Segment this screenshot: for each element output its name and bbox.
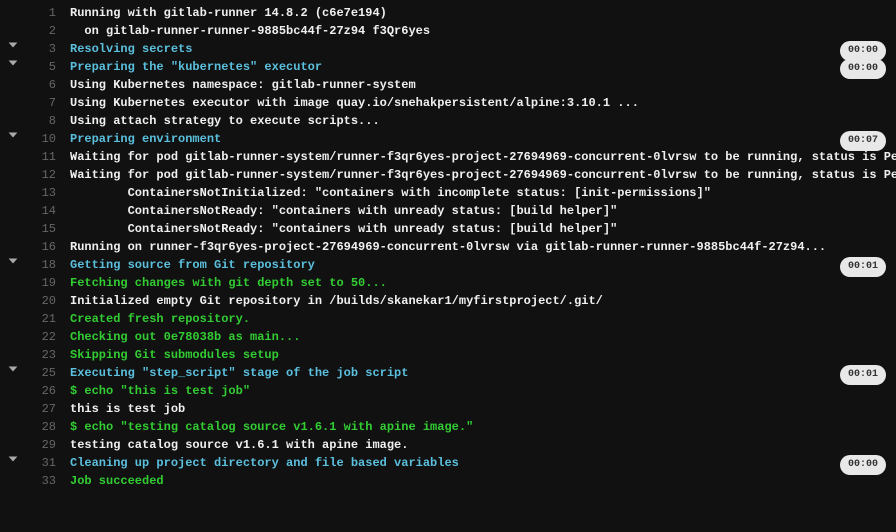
log-line: 25Executing "step_script" stage of the j… bbox=[0, 364, 896, 382]
log-line: 21Created fresh repository. bbox=[0, 310, 896, 328]
log-text: Job succeeded bbox=[56, 472, 164, 490]
line-number[interactable]: 1 bbox=[26, 4, 56, 22]
log-line: 26$ echo "this is test job" bbox=[0, 382, 896, 400]
log-text: Running with gitlab-runner 14.8.2 (c6e7e… bbox=[56, 4, 387, 22]
job-log: 1Running with gitlab-runner 14.8.2 (c6e7… bbox=[0, 4, 896, 490]
log-line: 27this is test job bbox=[0, 400, 896, 418]
log-line: 7Using Kubernetes executor with image qu… bbox=[0, 94, 896, 112]
log-text: $ echo "this is test job" bbox=[56, 382, 250, 400]
log-line: 14 ContainersNotReady: "containers with … bbox=[0, 202, 896, 220]
log-line: 31Cleaning up project directory and file… bbox=[0, 454, 896, 472]
log-line: 8Using attach strategy to execute script… bbox=[0, 112, 896, 130]
log-text: Skipping Git submodules setup bbox=[56, 346, 279, 364]
log-text: testing catalog source v1.6.1 with apine… bbox=[56, 436, 408, 454]
line-number[interactable]: 3 bbox=[26, 40, 56, 58]
log-text: Getting source from Git repository bbox=[56, 256, 315, 274]
line-number[interactable]: 8 bbox=[26, 112, 56, 130]
log-line: 16Running on runner-f3qr6yes-project-276… bbox=[0, 238, 896, 256]
log-text: ContainersNotInitialized: "containers wi… bbox=[56, 184, 711, 202]
log-line: 6Using Kubernetes namespace: gitlab-runn… bbox=[0, 76, 896, 94]
chevron-down-icon[interactable] bbox=[0, 130, 26, 140]
chevron-down-icon[interactable] bbox=[0, 364, 26, 374]
log-text: ContainersNotReady: "containers with unr… bbox=[56, 202, 617, 220]
line-number[interactable]: 23 bbox=[26, 346, 56, 364]
log-text: Preparing environment bbox=[56, 130, 221, 148]
log-line: 22Checking out 0e78038b as main... bbox=[0, 328, 896, 346]
log-text: Waiting for pod gitlab-runner-system/run… bbox=[56, 166, 896, 184]
log-text: Waiting for pod gitlab-runner-system/run… bbox=[56, 148, 896, 166]
line-number[interactable]: 19 bbox=[26, 274, 56, 292]
log-line: 20Initialized empty Git repository in /b… bbox=[0, 292, 896, 310]
log-line: 12Waiting for pod gitlab-runner-system/r… bbox=[0, 166, 896, 184]
log-line: 18Getting source from Git repository00:0… bbox=[0, 256, 896, 274]
line-number[interactable]: 7 bbox=[26, 94, 56, 112]
log-line: 5Preparing the "kubernetes" executor00:0… bbox=[0, 58, 896, 76]
log-text: $ echo "testing catalog source v1.6.1 wi… bbox=[56, 418, 473, 436]
log-line: 2 on gitlab-runner-runner-9885bc44f-27z9… bbox=[0, 22, 896, 40]
log-text: Resolving secrets bbox=[56, 40, 192, 58]
log-line: 10Preparing environment00:07 bbox=[0, 130, 896, 148]
line-number[interactable]: 16 bbox=[26, 238, 56, 256]
log-line: 3Resolving secrets00:00 bbox=[0, 40, 896, 58]
line-number[interactable]: 28 bbox=[26, 418, 56, 436]
log-text: Initialized empty Git repository in /bui… bbox=[56, 292, 603, 310]
line-number[interactable]: 12 bbox=[26, 166, 56, 184]
chevron-down-icon[interactable] bbox=[0, 40, 26, 50]
log-text: Using Kubernetes executor with image qua… bbox=[56, 94, 639, 112]
line-number[interactable]: 13 bbox=[26, 184, 56, 202]
line-number[interactable]: 11 bbox=[26, 148, 56, 166]
line-number[interactable]: 20 bbox=[26, 292, 56, 310]
line-number[interactable]: 22 bbox=[26, 328, 56, 346]
line-number[interactable]: 21 bbox=[26, 310, 56, 328]
log-text: Using Kubernetes namespace: gitlab-runne… bbox=[56, 76, 416, 94]
log-line: 1Running with gitlab-runner 14.8.2 (c6e7… bbox=[0, 4, 896, 22]
log-text: Cleaning up project directory and file b… bbox=[56, 454, 459, 472]
log-text: ContainersNotReady: "containers with unr… bbox=[56, 220, 617, 238]
line-number[interactable]: 6 bbox=[26, 76, 56, 94]
line-number[interactable]: 14 bbox=[26, 202, 56, 220]
log-text: Preparing the "kubernetes" executor bbox=[56, 58, 322, 76]
log-text: Checking out 0e78038b as main... bbox=[56, 328, 300, 346]
log-line: 29testing catalog source v1.6.1 with api… bbox=[0, 436, 896, 454]
log-text: Using attach strategy to execute scripts… bbox=[56, 112, 380, 130]
log-text: this is test job bbox=[56, 400, 185, 418]
line-number[interactable]: 10 bbox=[26, 130, 56, 148]
line-number[interactable]: 15 bbox=[26, 220, 56, 238]
line-number[interactable]: 18 bbox=[26, 256, 56, 274]
log-text: Executing "step_script" stage of the job… bbox=[56, 364, 408, 382]
line-number[interactable]: 2 bbox=[26, 22, 56, 40]
line-number[interactable]: 33 bbox=[26, 472, 56, 490]
line-number[interactable]: 26 bbox=[26, 382, 56, 400]
log-line: 23Skipping Git submodules setup bbox=[0, 346, 896, 364]
log-text: on gitlab-runner-runner-9885bc44f-27z94 … bbox=[56, 22, 430, 40]
line-number[interactable]: 31 bbox=[26, 454, 56, 472]
log-line: 19Fetching changes with git depth set to… bbox=[0, 274, 896, 292]
log-text: Created fresh repository. bbox=[56, 310, 250, 328]
chevron-down-icon[interactable] bbox=[0, 454, 26, 464]
chevron-down-icon[interactable] bbox=[0, 256, 26, 266]
log-line: 11Waiting for pod gitlab-runner-system/r… bbox=[0, 148, 896, 166]
log-line: 13 ContainersNotInitialized: "containers… bbox=[0, 184, 896, 202]
log-text: Running on runner-f3qr6yes-project-27694… bbox=[56, 238, 826, 256]
line-number[interactable]: 25 bbox=[26, 364, 56, 382]
log-line: 28$ echo "testing catalog source v1.6.1 … bbox=[0, 418, 896, 436]
log-line: 33Job succeeded bbox=[0, 472, 896, 490]
chevron-down-icon[interactable] bbox=[0, 58, 26, 68]
log-line: 15 ContainersNotReady: "containers with … bbox=[0, 220, 896, 238]
line-number[interactable]: 5 bbox=[26, 58, 56, 76]
line-number[interactable]: 27 bbox=[26, 400, 56, 418]
line-number[interactable]: 29 bbox=[26, 436, 56, 454]
log-text: Fetching changes with git depth set to 5… bbox=[56, 274, 387, 292]
